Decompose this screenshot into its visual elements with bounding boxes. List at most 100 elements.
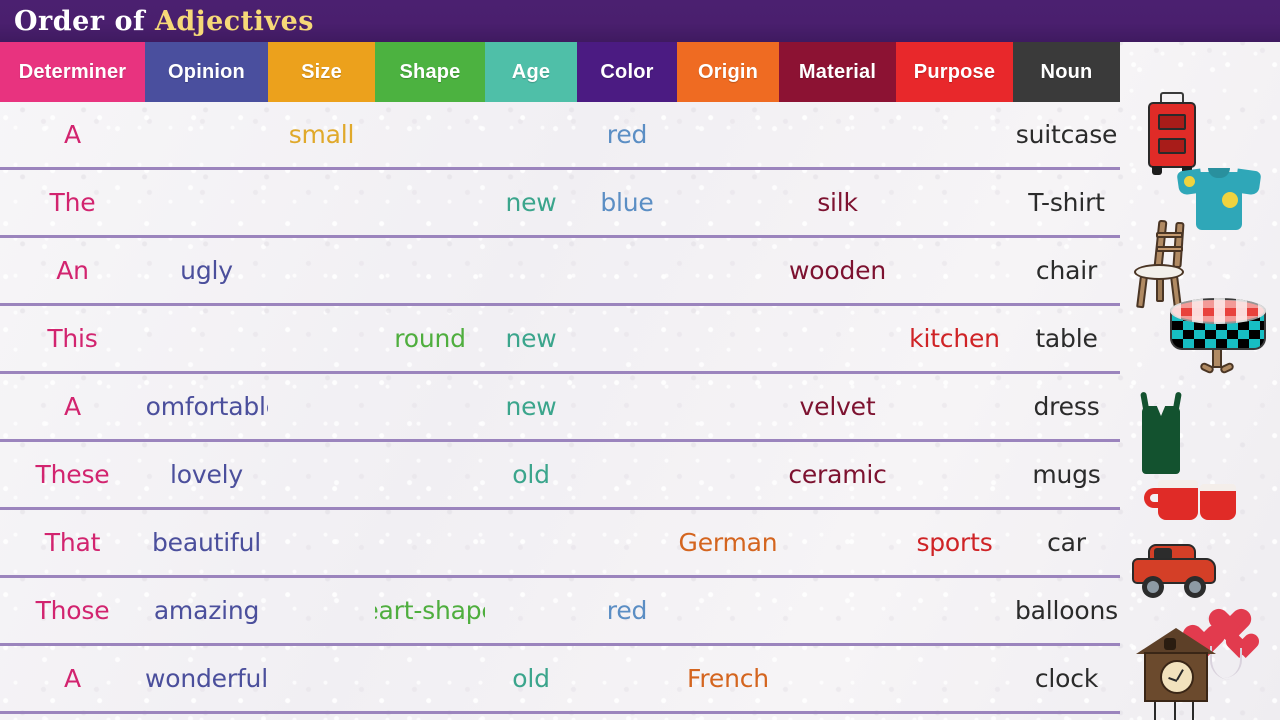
table-body: Asmall red suitcase The new blue silk T-shirt An… (0, 102, 1120, 720)
cell-age (485, 238, 577, 303)
column-header-color: Color (577, 42, 677, 102)
title-bar: Order of Adjectives (0, 0, 1280, 42)
cell-opinion: amazing (153, 596, 260, 625)
column-header-shape: Shape (375, 42, 485, 102)
column-header-determiner: Determiner (0, 42, 145, 102)
column-header-material: Material (779, 42, 896, 102)
cell-purpose (896, 646, 1013, 711)
cell-purpose (896, 238, 1013, 303)
cell-origin (677, 306, 779, 371)
cell-shape: round (394, 324, 466, 353)
cell-determiner: The (49, 188, 96, 217)
cell-shape: heart-shaped (375, 596, 485, 625)
cell-material: ceramic (788, 460, 887, 489)
cell-determiner: A (64, 120, 81, 149)
cell-noun: dress (1033, 392, 1100, 421)
table-icon (1164, 292, 1274, 378)
cell-color (577, 442, 677, 507)
cell-purpose: sports (916, 528, 993, 557)
cell-age: new (505, 324, 557, 353)
cell-material (779, 646, 896, 711)
cell-shape (375, 170, 485, 235)
cell-origin (677, 170, 779, 235)
cell-purpose (896, 170, 1013, 235)
cell-purpose (896, 578, 1013, 643)
cell-origin: German (678, 528, 778, 557)
column-header-size: Size (268, 42, 375, 102)
cell-determiner: This (47, 324, 98, 353)
cell-age: old (512, 664, 550, 693)
column-header-opinion: Opinion (145, 42, 268, 102)
cell-shape (375, 442, 485, 507)
title-word-order: Order (14, 5, 105, 37)
cell-size (268, 374, 375, 439)
dress-icon (1128, 390, 1198, 482)
table-row: Acomfortable new velvet dress (0, 374, 1120, 442)
cell-material (779, 102, 896, 167)
cell-determiner: A (64, 392, 81, 421)
cell-opinion: ugly (180, 256, 233, 285)
cell-origin (677, 442, 779, 507)
table-header-row: Determiner Opinion Size Shape Age Color Origin… (0, 42, 1120, 102)
cell-color (577, 238, 677, 303)
cell-material: velvet (799, 392, 876, 421)
slide-root: Order of Adjectives Determiner Opinion Siz… (0, 0, 1280, 720)
cell-opinion (145, 102, 268, 167)
cell-size (268, 238, 375, 303)
cell-age (485, 102, 577, 167)
clock-icon (1130, 628, 1222, 720)
cell-age (485, 578, 577, 643)
cell-size (268, 306, 375, 371)
cell-origin (677, 578, 779, 643)
cell-shape (375, 510, 485, 575)
cell-noun: balloons (1015, 596, 1118, 625)
table-row: Awonderful old French clock (0, 646, 1120, 714)
cell-noun: T-shirt (1028, 188, 1105, 217)
column-header-age: Age (485, 42, 577, 102)
cell-age: new (505, 392, 557, 421)
cell-origin (677, 102, 779, 167)
cell-opinion (145, 170, 268, 235)
cell-opinion: wonderful (145, 664, 268, 693)
cell-size (268, 442, 375, 507)
cell-origin: French (687, 664, 769, 693)
cell-size (268, 170, 375, 235)
cell-opinion: lovely (170, 460, 243, 489)
cell-purpose (896, 442, 1013, 507)
illustration-column (1120, 42, 1280, 720)
cell-material: wooden (789, 256, 886, 285)
cell-shape (375, 646, 485, 711)
cell-determiner: An (56, 256, 89, 285)
cell-size (268, 646, 375, 711)
cell-color (577, 306, 677, 371)
cell-age: new (505, 188, 557, 217)
cell-purpose (896, 374, 1013, 439)
cell-determiner: A (64, 664, 81, 693)
table-row: The new blue silk T-shirt (0, 170, 1120, 238)
cell-purpose: kitchen (909, 324, 1000, 353)
cell-color: blue (600, 188, 654, 217)
cell-shape (375, 102, 485, 167)
cell-color: red (606, 596, 648, 625)
cell-origin (677, 238, 779, 303)
page-title: Order of Adjectives (14, 6, 314, 37)
cell-noun: suitcase (1015, 120, 1118, 149)
cell-origin (677, 374, 779, 439)
cell-opinion (145, 306, 268, 371)
cell-color: red (606, 120, 648, 149)
cell-determiner: Those (35, 596, 110, 625)
table-row: This round new kitchen table (0, 306, 1120, 374)
cell-noun: car (1047, 528, 1086, 557)
table-row: That beautiful German sports car (0, 510, 1120, 578)
cell-shape (375, 238, 485, 303)
cell-shape (375, 374, 485, 439)
cell-noun: table (1035, 324, 1098, 353)
cell-noun: clock (1034, 664, 1099, 693)
cell-color (577, 374, 677, 439)
cell-material (779, 306, 896, 371)
cell-opinion: beautiful (152, 528, 261, 557)
column-header-purpose: Purpose (896, 42, 1013, 102)
column-header-origin: Origin (677, 42, 779, 102)
cell-noun: chair (1035, 256, 1098, 285)
cell-purpose (896, 102, 1013, 167)
